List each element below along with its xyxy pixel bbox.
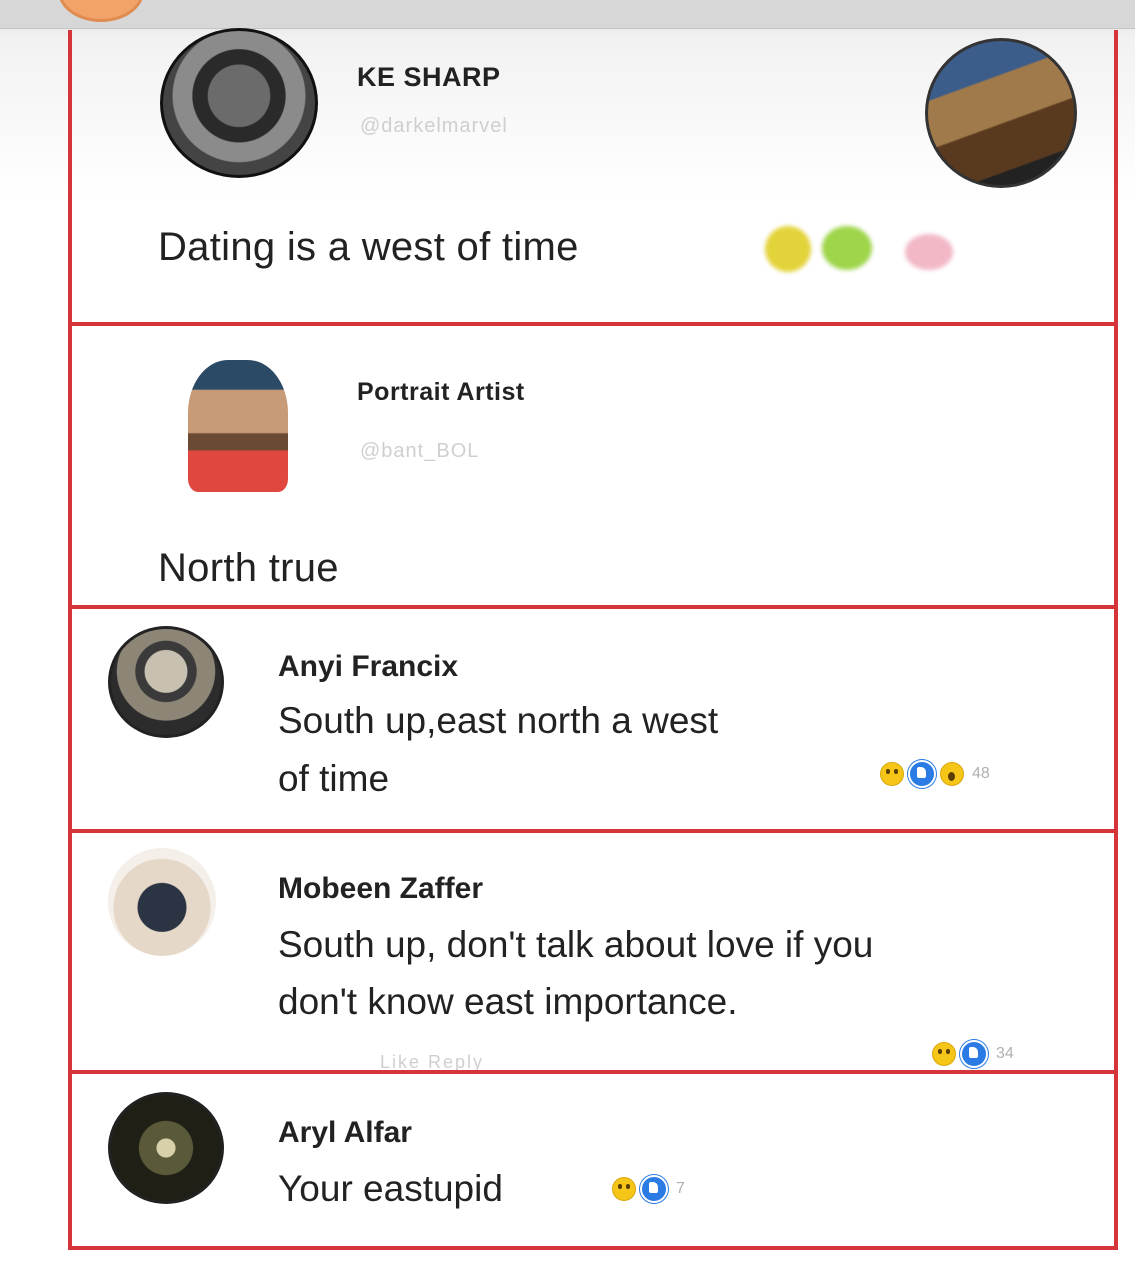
section-divider (68, 1070, 1118, 1074)
like-reaction-icon (640, 1175, 668, 1203)
post-author-handle: @darkelmarvel (360, 115, 508, 137)
feet-emoji-icon (905, 234, 953, 270)
top-bar (0, 0, 1135, 29)
reaction-summary[interactable]: 34 (932, 1040, 1014, 1068)
reply-author-handle: @bant_BOL (360, 440, 480, 462)
comment-avatar[interactable] (108, 848, 216, 956)
haha-reaction-icon (880, 762, 904, 786)
section-divider (68, 829, 1118, 833)
comment-avatar[interactable] (108, 626, 224, 738)
haha-reaction-icon (612, 1177, 636, 1201)
like-reaction-icon (908, 760, 936, 788)
comment-text-line: of time (278, 758, 390, 799)
comment-text-line: South up, don't talk about love if you (278, 924, 874, 965)
comment-author-name[interactable]: Anyi Francix (278, 650, 458, 684)
post-author-avatar[interactable] (160, 28, 318, 178)
reaction-summary[interactable]: 7 (612, 1175, 685, 1203)
reply-text: North true (158, 546, 339, 590)
post-text: Dating is a west of time (158, 225, 579, 269)
comment-text-line: don't know east importance. (278, 981, 738, 1022)
reaction-summary[interactable]: 48 (880, 760, 990, 788)
comment-text-line: Your eastupid (278, 1168, 503, 1209)
reply-author-avatar[interactable] (188, 360, 288, 492)
like-reaction-icon (960, 1040, 988, 1068)
side-avatar[interactable] (925, 38, 1077, 188)
comment-author-name[interactable]: Aryl Alfar (278, 1116, 412, 1150)
wow-reaction-icon (940, 762, 964, 786)
reaction-count: 7 (676, 1180, 685, 1197)
comment-text-line: South up,east north a west (278, 700, 719, 741)
frog-emoji-icon (822, 226, 872, 270)
reaction-count: 48 (972, 765, 990, 782)
section-divider (68, 605, 1118, 609)
profile-badge-icon[interactable] (58, 0, 144, 22)
comment-author-name[interactable]: Mobeen Zaffer (278, 872, 483, 906)
comment-avatar[interactable] (108, 1092, 224, 1204)
reaction-count: 34 (996, 1045, 1014, 1062)
grin-emoji-icon (765, 226, 811, 272)
post-author-name[interactable]: KE SHARP (357, 62, 501, 93)
section-divider (68, 322, 1118, 326)
haha-reaction-icon (932, 1042, 956, 1066)
reply-author-name[interactable]: Portrait Artist (357, 378, 525, 407)
